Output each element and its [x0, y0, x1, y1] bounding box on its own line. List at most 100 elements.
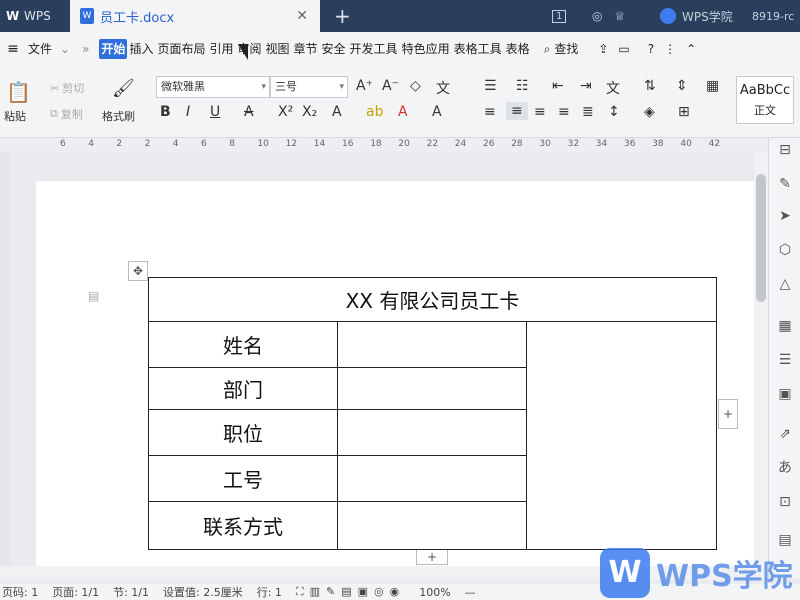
add-column-button[interactable]: + [718, 399, 738, 429]
table-properties-icon[interactable]: ▦ [777, 318, 793, 334]
font-name-select[interactable]: 微软雅黑 ▾ [156, 76, 270, 98]
expand-icon[interactable]: » [80, 39, 91, 59]
window-count-badge[interactable]: 1 [552, 0, 567, 32]
row-value-cell[interactable] [337, 409, 527, 456]
row-label[interactable]: 职位 [148, 409, 338, 456]
table-title[interactable]: XX 有限公司员工卡 [148, 277, 717, 322]
panel-collapse-icon[interactable]: ⊟ [777, 142, 793, 158]
page-code-status[interactable]: 页码: 1 [2, 584, 38, 600]
photo-cell[interactable] [526, 321, 717, 550]
numbered-list-icon[interactable]: ☷ [516, 78, 529, 94]
row-label[interactable]: 部门 [148, 367, 338, 410]
shapes-icon[interactable]: ⬡ [777, 242, 793, 258]
more-icon[interactable]: ⋮ [662, 39, 678, 59]
align-left-icon[interactable]: ≡ [484, 104, 496, 120]
image-icon[interactable]: ▣ [777, 386, 793, 402]
paste-icon[interactable]: 📋 [6, 80, 31, 104]
align-center-icon[interactable]: ≡ [506, 102, 528, 120]
backup-icon[interactable]: ⊡ [777, 494, 793, 510]
row-value-cell[interactable] [337, 455, 527, 502]
page-status[interactable]: 页面: 1/1 [52, 584, 99, 600]
close-tab-icon[interactable]: ✕ [296, 8, 308, 24]
help-icon[interactable]: ? [646, 39, 656, 59]
format-painter-icon[interactable]: 🖌 [112, 78, 135, 99]
tab-view[interactable]: 视图 [264, 39, 292, 59]
paragraph-spacing-icon[interactable]: ↕ [608, 104, 620, 120]
row-label[interactable]: 姓名 [148, 321, 338, 368]
table-move-handle-icon[interactable]: ✥ [128, 261, 148, 281]
add-row-button[interactable]: + [416, 549, 448, 565]
style-normal[interactable]: AaBbCc 正文 [736, 76, 794, 124]
shading-icon[interactable]: ◈ [644, 104, 655, 120]
strikethrough-icon[interactable]: A [244, 104, 254, 120]
vertical-ruler[interactable] [0, 152, 10, 572]
row-label[interactable]: 工号 [148, 455, 338, 502]
text-direction-icon[interactable]: 文 [606, 78, 620, 98]
tab-section[interactable]: 章节 [292, 39, 320, 59]
tab-home[interactable]: 开始 [99, 39, 128, 59]
export-icon[interactable]: ⇗ [777, 426, 793, 442]
sync-icon[interactable]: ◎ [592, 9, 602, 23]
zoom-out-icon[interactable]: — [465, 586, 476, 599]
paragraph-marker-icon[interactable]: ▤ [88, 289, 99, 303]
decrease-indent-icon[interactable]: ⇤ [552, 78, 564, 94]
copy-button[interactable]: ⧉ 复制 [50, 106, 83, 122]
skin-icon[interactable]: ♕ [614, 9, 625, 23]
pen-icon[interactable]: ✎ [777, 176, 793, 192]
horizontal-ruler[interactable]: 6 4 2 2 4 6 8 10 12 14 16 18 20 22 24 26 28 30 32 34 36 38 40 4… [0, 138, 768, 152]
font-color-icon[interactable]: A [398, 104, 408, 120]
tab-insert[interactable]: 插入 [127, 39, 155, 59]
subscript-icon[interactable]: X₂ [302, 104, 317, 120]
row-value-cell[interactable] [337, 321, 527, 368]
cut-button[interactable]: ✂ 剪切 [50, 80, 84, 96]
collapse-ribbon-icon[interactable]: ⌃ [684, 39, 698, 59]
tab-page-layout[interactable]: 页面布局 [155, 39, 207, 59]
char-shading-icon[interactable]: A [432, 104, 442, 120]
tab-table-tools[interactable]: 表格工具 [452, 39, 504, 59]
distribute-icon[interactable]: ≣ [582, 104, 594, 120]
new-tab-button[interactable]: + [334, 4, 351, 28]
tab-table-style[interactable]: 表格 [504, 39, 532, 59]
table-icon[interactable]: ▦ [706, 78, 719, 94]
text-effect-icon[interactable]: A [332, 104, 342, 120]
row-label[interactable]: 联系方式 [148, 501, 338, 550]
comment-icon[interactable]: ▭ [616, 39, 631, 59]
view-icons[interactable]: ⛶▥✎▤▣◎◉ [296, 585, 405, 599]
select-icon[interactable]: ➤ [777, 208, 793, 224]
paste-button[interactable]: 粘贴 [4, 108, 26, 124]
tab-features[interactable]: 特色应用 [400, 39, 452, 59]
account-area[interactable]: WPS学院 [660, 0, 733, 32]
search-icon[interactable]: ⌕ [542, 39, 553, 59]
search-button[interactable]: 查找 [552, 39, 580, 59]
clear-format-icon[interactable]: ◇ [410, 78, 421, 94]
file-menu[interactable]: 文件 [26, 39, 54, 59]
line-spacing-icon[interactable]: ⇕ [676, 78, 688, 94]
share-icon[interactable]: ⇪ [596, 39, 610, 59]
sort-icon[interactable]: ⇅ [644, 78, 656, 94]
style-icon[interactable]: △ [777, 276, 793, 292]
chevron-down-icon[interactable]: ⌄ [58, 39, 72, 59]
justify-icon[interactable]: ≡ [558, 104, 570, 120]
row-value-cell[interactable] [337, 367, 527, 410]
translate-icon[interactable]: あ [777, 460, 793, 476]
font-size-select[interactable]: 三号 ▾ [270, 76, 348, 98]
align-right-icon[interactable]: ≡ [534, 104, 546, 120]
highlight-icon[interactable]: ab [366, 104, 383, 120]
row-value-cell[interactable] [337, 501, 527, 550]
underline-icon[interactable]: U [210, 104, 220, 120]
adjust-icon[interactable]: ☰ [777, 352, 793, 368]
bullet-list-icon[interactable]: ☰ [484, 78, 497, 94]
italic-icon[interactable]: I [186, 104, 190, 120]
section-status[interactable]: 节: 1/1 [113, 584, 149, 600]
tab-references[interactable]: 引用 [207, 39, 235, 59]
wps-home-tab[interactable]: W WPS [0, 0, 68, 32]
document-tab[interactable]: W 员工卡.docx ✕ [70, 0, 320, 32]
line-status[interactable]: 行: 1 [257, 584, 282, 600]
scrollbar-thumb[interactable] [756, 174, 766, 302]
employee-card-table[interactable]: XX 有限公司员工卡 姓名 部门 职位 工号 联系方式 [148, 277, 717, 550]
tab-security[interactable]: 安全 [320, 39, 348, 59]
setting-status[interactable]: 设置值: 2.5厘米 [163, 584, 243, 600]
tab-developer[interactable]: 开发工具 [348, 39, 400, 59]
shrink-font-icon[interactable]: A⁻ [382, 78, 399, 94]
zoom-value[interactable]: 100% [419, 586, 450, 599]
